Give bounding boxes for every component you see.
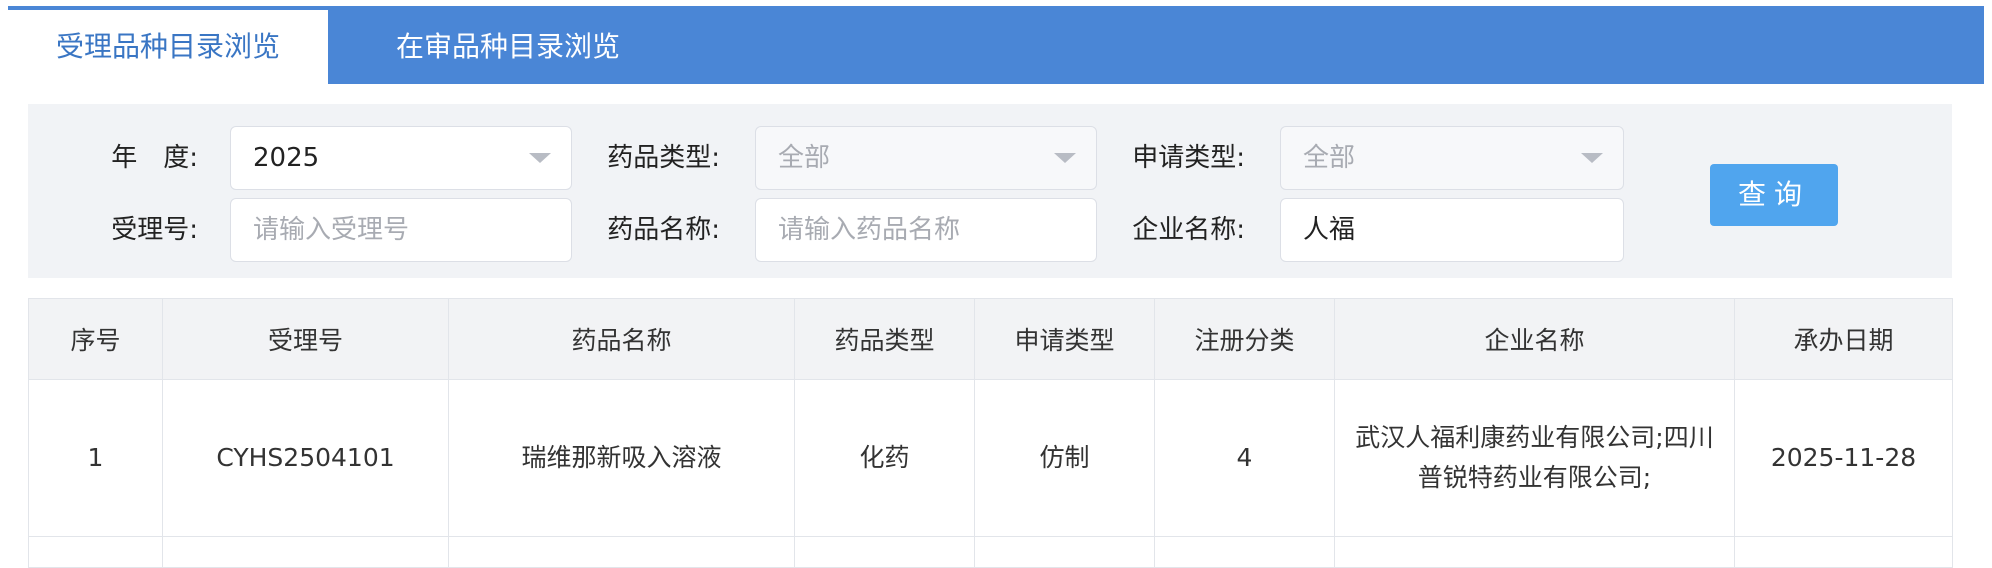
accept-no-placeholder: 请输入受理号 — [253, 215, 410, 245]
cell-index: 1 — [28, 379, 163, 537]
cell-date: 2025-11-28 — [1734, 379, 1953, 537]
apply-type-select[interactable]: 全部 — [1280, 126, 1624, 190]
year-label: 年 度: — [111, 143, 198, 173]
table-header-row: 序号 受理号 药品名称 药品类型 申请类型 注册分类 企业名称 承办日期 — [28, 298, 1953, 380]
table-row[interactable]: 1 CYHS2504101 瑞维那新吸入溶液 化药 仿制 4 武汉人福利康药业有… — [28, 379, 1953, 537]
chevron-down-icon — [529, 153, 551, 163]
company-field[interactable]: 人福 — [1280, 198, 1624, 262]
column-header: 受理号 — [162, 298, 449, 380]
accept-no-label: 受理号: — [111, 215, 198, 245]
year-value: 2025 — [253, 143, 320, 173]
results-table: 序号 受理号 药品名称 药品类型 申请类型 注册分类 企业名称 承办日期 1 C… — [28, 298, 1953, 568]
cell-apply-type: 仿制 — [974, 379, 1155, 537]
company-label: 企业名称: — [1132, 215, 1245, 245]
company-value: 人福 — [1303, 215, 1356, 245]
accept-no-field[interactable]: 请输入受理号 — [230, 198, 572, 262]
drug-name-label: 药品名称: — [607, 215, 720, 245]
drug-type-label: 药品类型: — [607, 143, 720, 173]
table-row — [28, 536, 1953, 568]
apply-type-label: 申请类型: — [1132, 143, 1245, 173]
drug-type-value: 全部 — [778, 143, 831, 173]
chevron-down-icon — [1054, 153, 1076, 163]
cell-drug-type: 化药 — [794, 379, 975, 537]
tab-accepted-catalog[interactable]: 受理品种目录浏览 — [8, 10, 328, 84]
column-header: 注册分类 — [1154, 298, 1335, 380]
cell-company: 武汉人福利康药业有限公司;四川普锐特药业有限公司; — [1334, 379, 1735, 537]
column-header: 申请类型 — [974, 298, 1155, 380]
year-select[interactable]: 2025 — [230, 126, 572, 190]
column-header: 药品类型 — [794, 298, 975, 380]
chevron-down-icon — [1581, 153, 1603, 163]
cell-reg-class: 4 — [1154, 379, 1335, 537]
column-header: 序号 — [28, 298, 163, 380]
query-button[interactable]: 查询 — [1710, 164, 1838, 226]
cell-drug-name: 瑞维那新吸入溶液 — [448, 379, 795, 537]
column-header: 药品名称 — [448, 298, 795, 380]
column-header: 企业名称 — [1334, 298, 1735, 380]
column-header: 承办日期 — [1734, 298, 1953, 380]
tab-bar: 受理品种目录浏览 在审品种目录浏览 — [8, 6, 1984, 84]
tab-reviewing-catalog[interactable]: 在审品种目录浏览 — [348, 10, 668, 84]
drug-name-placeholder: 请输入药品名称 — [778, 215, 961, 245]
cell-accept-no: CYHS2504101 — [162, 379, 449, 537]
drug-name-field[interactable]: 请输入药品名称 — [755, 198, 1097, 262]
apply-type-value: 全部 — [1303, 143, 1356, 173]
drug-type-select[interactable]: 全部 — [755, 126, 1097, 190]
page: 受理品种目录浏览 在审品种目录浏览 年 度: 2025 药品类型: 全部 申请类… — [0, 0, 1992, 568]
